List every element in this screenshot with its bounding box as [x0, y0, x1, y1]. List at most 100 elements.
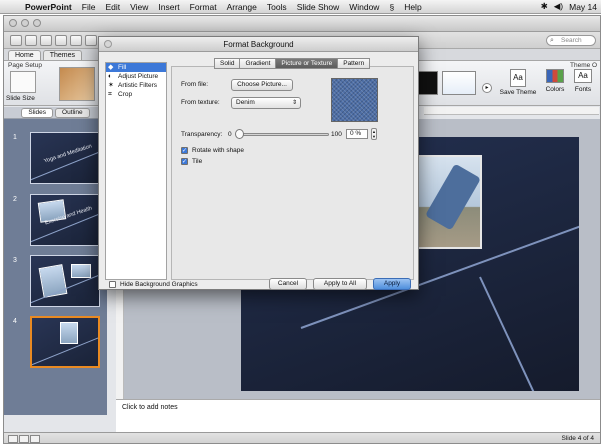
category-artistic-filters[interactable]: ✶ Artistic Filters	[106, 81, 166, 90]
tab-picture-or-texture[interactable]: Picture or Texture	[275, 58, 339, 69]
adjust-picture-icon: ◐	[108, 73, 113, 80]
menu-tools[interactable]: Tools	[262, 2, 292, 12]
slide-number: 2	[13, 196, 17, 203]
choose-picture-button[interactable]: Choose Picture...	[231, 79, 293, 91]
search-field[interactable]: ⌕ Search	[546, 35, 596, 46]
slide-thumbnail-row[interactable]: 3	[4, 255, 107, 309]
category-fill[interactable]: ◆ Fill	[106, 63, 166, 72]
paint-bucket-icon: ◆	[108, 64, 114, 71]
transparency-stepper[interactable]: ▲ ▼	[371, 128, 377, 140]
slide-thumbnail[interactable]: Yoga and Meditation	[30, 132, 100, 184]
slide-sorter-view-icon[interactable]	[19, 435, 29, 443]
menu-clock[interactable]: May 14	[569, 2, 597, 12]
category-adjust-picture[interactable]: ◐ Adjust Picture	[106, 72, 166, 81]
menu-app-name[interactable]: PowerPoint	[20, 2, 77, 12]
menu-help[interactable]: Help	[399, 2, 426, 12]
slide-show-view-icon[interactable]	[30, 435, 40, 443]
transparency-slider[interactable]	[237, 133, 329, 136]
dialog-title: Format Background	[223, 40, 294, 49]
fonts-button[interactable]: Aa Fonts	[570, 69, 596, 93]
slide-thumbnail-selected[interactable]	[30, 316, 100, 368]
tab-solid[interactable]: Solid	[214, 58, 241, 69]
colors-button[interactable]: Colors	[544, 69, 566, 93]
undo-icon[interactable]	[85, 34, 97, 46]
tab-home[interactable]: Home	[8, 50, 41, 60]
tab-slides[interactable]: Slides	[21, 107, 54, 118]
from-texture-label: From texture:	[181, 99, 220, 106]
format-background-dialog: Format Background ◆ Fill ◐ Adjust Pictur…	[98, 36, 419, 290]
slide-thumbnail[interactable]	[30, 255, 100, 307]
menu-format[interactable]: Format	[185, 2, 222, 12]
save-theme-button[interactable]: Aa Save Theme	[498, 69, 538, 96]
tab-outline[interactable]: Outline	[55, 107, 90, 118]
status-bar: Slide 4 of 4	[4, 432, 600, 443]
notes-placeholder[interactable]: Click to add notes	[122, 404, 178, 411]
slides-panel-tabs: Slides Outline	[4, 107, 107, 119]
minimize-window-button[interactable]	[21, 19, 29, 27]
slide-thumbnail-row[interactable]: 1 Yoga and Meditation	[4, 132, 107, 186]
menu-insert[interactable]: Insert	[153, 2, 184, 12]
slides-panel: Slides Outline 1 Yoga and Meditation 2 E…	[4, 107, 107, 415]
rotate-with-shape-label: Rotate with shape	[192, 147, 245, 154]
normal-view-icon[interactable]	[8, 435, 18, 443]
fill-type-tabs: Solid Gradient Picture or Texture Patter…	[214, 58, 371, 69]
theme-thumbnail[interactable]	[442, 71, 476, 95]
slide-thumbnail[interactable]: Exercise and Health	[30, 194, 100, 246]
script-menu-icon[interactable]: §	[384, 2, 399, 12]
slide-number: 3	[13, 257, 17, 264]
volume-icon[interactable]: ◀)	[554, 1, 563, 12]
slide-thumbnail-row[interactable]: 4	[4, 316, 107, 370]
dialog-titlebar: Format Background	[99, 37, 418, 52]
save-theme-icon: Aa	[510, 69, 526, 87]
cancel-button[interactable]: Cancel	[269, 278, 307, 290]
tab-pattern[interactable]: Pattern	[337, 58, 371, 69]
print-icon[interactable]	[70, 34, 82, 46]
bluetooth-icon[interactable]: ✱	[541, 1, 548, 12]
theme-options-label: Theme O	[570, 62, 598, 69]
slide-size-label: Slide Size	[6, 95, 35, 102]
window-titlebar	[4, 16, 600, 32]
open-icon[interactable]	[40, 34, 52, 46]
tab-gradient[interactable]: Gradient	[239, 58, 277, 69]
slide-thumbnail-row[interactable]: 2 Exercise and Health	[4, 194, 107, 248]
menu-window[interactable]: Window	[344, 2, 384, 12]
slide-picture[interactable]	[416, 155, 482, 249]
close-window-button[interactable]	[9, 19, 17, 27]
slide-number: 1	[13, 134, 17, 141]
category-crop[interactable]: ⌗ Crop	[106, 90, 166, 99]
texture-preview	[331, 78, 378, 122]
slider-max-label: 100	[331, 131, 342, 138]
apply-to-all-button[interactable]: Apply to All	[313, 278, 367, 290]
hide-background-graphics-checkbox[interactable]	[109, 281, 116, 288]
theme-thumbnail[interactable]	[59, 67, 95, 101]
select-arrows-icon: ⇕	[291, 100, 297, 106]
transparency-slider-handle[interactable]	[235, 129, 244, 139]
tile-checkbox[interactable]: ✓	[181, 158, 188, 165]
slide-size-button[interactable]	[10, 71, 36, 93]
texture-select[interactable]: Denim ⇕	[231, 97, 301, 109]
search-icon: ⌕	[550, 37, 554, 44]
apply-button[interactable]: Apply	[373, 278, 411, 290]
rotate-with-shape-checkbox[interactable]: ✓	[181, 147, 188, 154]
artistic-filters-icon: ✶	[108, 82, 114, 89]
dialog-close-icon[interactable]	[104, 40, 112, 48]
slider-min-label: 0	[228, 131, 232, 138]
transparency-input[interactable]: 0 %	[346, 129, 368, 139]
zoom-window-button[interactable]	[33, 19, 41, 27]
new-icon[interactable]	[10, 34, 22, 46]
menu-view[interactable]: View	[125, 2, 153, 12]
menu-bar: PowerPoint File Edit View Insert Format …	[0, 0, 601, 14]
menu-edit[interactable]: Edit	[100, 2, 125, 12]
menu-slide-show[interactable]: Slide Show	[292, 2, 345, 12]
colors-icon	[546, 69, 564, 83]
tab-themes[interactable]: Themes	[42, 50, 82, 60]
templates-icon[interactable]	[25, 34, 37, 46]
menu-arrange[interactable]: Arrange	[222, 2, 262, 12]
tile-label: Tile	[192, 158, 203, 165]
theme-scroll-right-icon[interactable]: ▸	[482, 83, 492, 93]
save-icon[interactable]	[55, 34, 67, 46]
slide-thumbnail-title: Yoga and Meditation	[43, 143, 93, 165]
from-file-label: From file:	[181, 81, 209, 88]
menu-file[interactable]: File	[77, 2, 101, 12]
page-setup-group-label: Page Setup	[8, 62, 42, 69]
